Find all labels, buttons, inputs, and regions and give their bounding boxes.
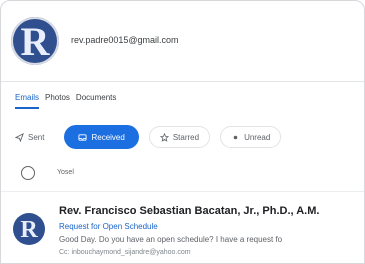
- message-cc: Cc: inbouchaymond_sijandre@yahoo.com: [59, 249, 191, 256]
- message-row[interactable]: R Rev. Francisco Sebastian Bacatan, Jr.,…: [1, 199, 364, 263]
- header-divider: [1, 81, 364, 82]
- message-snippet: Good Day. Do you have an open schedule? …: [59, 235, 283, 244]
- tab-emails[interactable]: Emails: [15, 93, 40, 109]
- star-icon: [159, 132, 169, 142]
- send-icon: [15, 132, 24, 142]
- account-email: rev.padre0015@gmail.com: [71, 35, 179, 45]
- select-all-row: Yosel: [1, 161, 364, 189]
- account-avatar-letter: R: [20, 19, 50, 64]
- tab-photos[interactable]: Photos: [45, 93, 70, 109]
- app-window: R rev.padre0015@gmail.com Emails Photos …: [0, 0, 365, 264]
- message-sender: Rev. Francisco Sebastian Bacatan, Jr., P…: [59, 205, 320, 217]
- select-all-label: Yosel: [57, 169, 74, 176]
- tab-documents[interactable]: Documents: [76, 93, 116, 109]
- filter-sent-label: Sent: [28, 132, 45, 142]
- filter-received[interactable]: Received: [64, 125, 139, 149]
- filter-received-label: Received: [91, 132, 125, 142]
- select-all-checkbox[interactable]: [21, 166, 35, 180]
- filter-starred[interactable]: Starred: [148, 126, 211, 148]
- tab-bar: Emails Photos Documents: [15, 93, 116, 109]
- filter-chips: Sent Received Starred Unread: [13, 125, 282, 149]
- filter-unread[interactable]: Unread: [220, 126, 282, 148]
- account-header: R rev.padre0015@gmail.com: [1, 1, 364, 87]
- filter-sent[interactable]: Sent: [13, 126, 55, 148]
- sender-avatar-letter: R: [20, 217, 38, 243]
- filter-unread-label: Unread: [244, 132, 271, 142]
- inbox-icon: [78, 133, 88, 141]
- account-avatar[interactable]: R: [11, 17, 59, 65]
- sender-avatar: R: [13, 213, 45, 245]
- filter-starred-label: Starred: [172, 132, 200, 142]
- list-divider: [1, 191, 364, 192]
- message-subject: Request for Open Schedule: [59, 222, 158, 231]
- dot-icon: [233, 135, 238, 139]
